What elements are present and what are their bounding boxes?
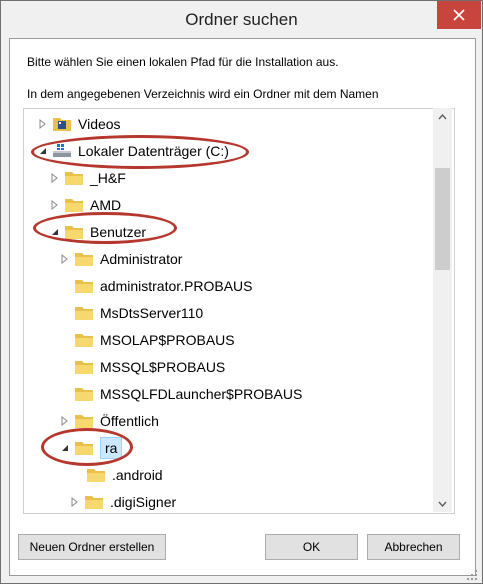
folder-icon xyxy=(65,199,83,212)
tree-item-label: Videos xyxy=(78,116,121,132)
tree-item-label: Öffentlich xyxy=(100,413,159,429)
tree-item-label: MSSQLFDLauncher$PROBAUS xyxy=(100,386,303,402)
tree-item-android[interactable]: .android xyxy=(86,464,163,486)
collapse-arrow-icon[interactable] xyxy=(60,443,70,453)
folder-icon xyxy=(75,280,93,293)
folder-icon xyxy=(75,388,93,401)
tree-item-label: AMD xyxy=(90,197,122,213)
folder-icon xyxy=(75,334,93,347)
folder-icon xyxy=(65,226,83,239)
scroll-thumb[interactable] xyxy=(435,168,450,270)
expand-arrow-icon[interactable] xyxy=(70,497,80,507)
folder-icon xyxy=(65,172,83,185)
tree-item-local-drive[interactable]: Lokaler Datenträger (C:) xyxy=(38,140,229,162)
tree-scrollbar[interactable] xyxy=(433,108,452,512)
tree-item-mssqlfdlauncher-probaus[interactable]: MSSQLFDLauncher$PROBAUS xyxy=(74,383,302,405)
tree-item-digisigner[interactable]: .digiSigner xyxy=(70,491,176,513)
scroll-up-button[interactable] xyxy=(433,108,452,125)
tree-item-label: _H&F xyxy=(90,170,126,186)
expand-arrow-icon[interactable] xyxy=(50,200,60,210)
close-button[interactable] xyxy=(437,1,481,29)
chevron-down-icon xyxy=(438,501,447,507)
title-bar[interactable]: Ordner suchen xyxy=(1,1,482,39)
new-folder-button[interactable]: Neuen Ordner erstellen xyxy=(18,534,166,560)
tree-item-label: Benutzer xyxy=(90,224,147,240)
folder-icon xyxy=(75,307,93,320)
folder-icon xyxy=(75,415,93,428)
expand-arrow-icon[interactable] xyxy=(60,254,70,264)
video-folder-icon xyxy=(53,118,71,131)
folder-icon xyxy=(75,361,93,374)
instruction-line-1: Bitte wählen Sie einen lokalen Pfad für … xyxy=(27,55,339,69)
tree-item-label: administrator.PROBAUS xyxy=(100,278,253,294)
folder-icon xyxy=(75,253,93,266)
scroll-down-button[interactable] xyxy=(433,495,452,512)
expand-arrow-icon[interactable] xyxy=(38,119,48,129)
dialog-title: Ordner suchen xyxy=(185,10,298,29)
collapse-arrow-icon[interactable] xyxy=(50,227,60,237)
tree-item-amd[interactable]: AMD xyxy=(50,194,121,216)
expand-arrow-icon[interactable] xyxy=(50,173,60,183)
folder-icon xyxy=(85,496,103,509)
folder-icon xyxy=(75,442,93,455)
tree-item-label: .android xyxy=(112,467,163,483)
drive-icon xyxy=(53,144,71,157)
resize-grip-icon[interactable] xyxy=(466,569,478,581)
tree-item-ra[interactable]: ra xyxy=(60,437,123,459)
tree-item-label: MsDtsServer110 xyxy=(100,305,204,321)
tree-item-msdtsserver110[interactable]: MsDtsServer110 xyxy=(74,302,203,324)
tree-item-administrator[interactable]: Administrator xyxy=(60,248,182,270)
tree-item-administrator-probaus[interactable]: administrator.PROBAUS xyxy=(74,275,253,297)
tree-item-benutzer[interactable]: Benutzer xyxy=(50,221,146,243)
tree-item-label: Administrator xyxy=(100,251,183,267)
tree-item-label: MSOLAP$PROBAUS xyxy=(100,332,235,348)
tree-item-label: .digiSigner xyxy=(110,494,177,510)
tree-item-oeffentlich[interactable]: Öffentlich xyxy=(60,410,159,432)
cancel-button[interactable]: Abbrechen xyxy=(367,534,460,560)
tree-item-msolap-probaus[interactable]: MSOLAP$PROBAUS xyxy=(74,329,235,351)
tree-item-label: Lokaler Datenträger (C:) xyxy=(78,143,229,159)
tree-item-mssql-probaus[interactable]: MSSQL$PROBAUS xyxy=(74,356,225,378)
chevron-up-icon xyxy=(438,113,447,119)
tree-item-label: MSSQL$PROBAUS xyxy=(100,359,226,375)
ok-button[interactable]: OK xyxy=(265,534,358,560)
tree-item-label: ra xyxy=(100,437,123,459)
tree-item-videos[interactable]: Videos xyxy=(38,113,121,135)
close-icon xyxy=(453,9,465,21)
instruction-line-2: In dem angegebenen Verzeichnis wird ein … xyxy=(27,87,379,101)
folder-tree[interactable]: Videos Lokaler Datenträger (C:) _H&F AMD… xyxy=(23,108,455,514)
collapse-arrow-icon[interactable] xyxy=(38,146,48,156)
tree-item-hf[interactable]: _H&F xyxy=(50,167,126,189)
folder-icon xyxy=(87,469,105,482)
expand-arrow-icon[interactable] xyxy=(60,416,70,426)
